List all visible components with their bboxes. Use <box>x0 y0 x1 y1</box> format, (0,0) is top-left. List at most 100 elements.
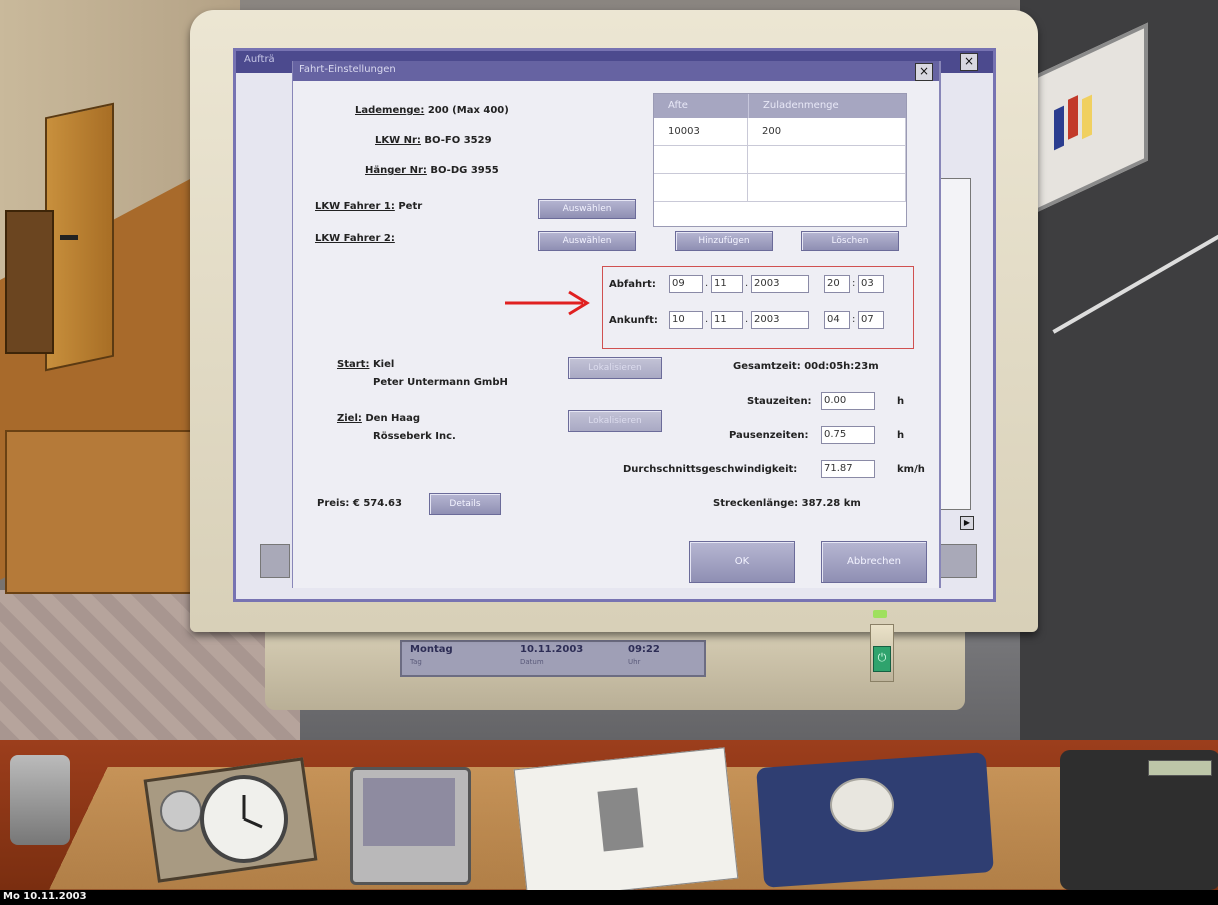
gesamtzeit-label: Gesamtzeit: <box>733 361 801 372</box>
start-city: Kiel <box>372 359 395 370</box>
stauzeiten-label: Stauzeiten: <box>747 396 812 407</box>
lademenge-row: Lademenge: 200 (Max 400) <box>355 105 509 116</box>
date-separator: . <box>745 314 749 325</box>
date-separator: . <box>705 278 709 289</box>
background-window-list <box>939 178 971 510</box>
stauzeiten-unit: h <box>897 396 905 407</box>
computer-mouse[interactable] <box>830 778 894 832</box>
abfahrt-month-field[interactable]: 11 <box>711 275 743 293</box>
gesamtzeit-value: 00d:05h:23m <box>804 361 879 372</box>
lcd-day-caption: Tag <box>410 658 422 666</box>
abfahrt-day-field[interactable]: 09 <box>669 275 703 293</box>
table-header-zuladenmenge[interactable]: Zuladenmenge <box>748 94 906 118</box>
ankunft-label: Ankunft: <box>609 315 658 326</box>
power-button[interactable]: ⏻ <box>873 646 891 672</box>
clock-hands <box>242 795 263 829</box>
time-separator: : <box>852 314 856 325</box>
scroll-right-arrow-icon[interactable]: ▶ <box>960 516 974 530</box>
haenger-nr-value: BO-DG 3955 <box>430 165 499 176</box>
pausenzeiten-label: Pausenzeiten: <box>729 430 809 441</box>
table-cell[interactable] <box>654 174 748 202</box>
ziel-row: Ziel: Den Haag <box>337 413 420 424</box>
abfahrt-label: Abfahrt: <box>609 279 656 290</box>
abfahrt-minute-field[interactable]: 03 <box>858 275 884 293</box>
start-lokalisieren-button[interactable]: Lokalisieren <box>568 357 662 379</box>
lcd-time-caption: Uhr <box>628 658 641 666</box>
lkw-nr-value: BO-FO 3529 <box>424 135 492 146</box>
table-cell[interactable] <box>654 146 748 174</box>
background-window-close-button[interactable]: × <box>960 53 978 71</box>
ankunft-hour-field[interactable]: 04 <box>824 311 850 329</box>
gesamtzeit-row: Gesamtzeit: 00d:05h:23m <box>733 361 879 372</box>
loeschen-button[interactable]: Löschen <box>801 231 899 251</box>
book <box>1068 95 1078 140</box>
fahrer1-row: LKW Fahrer 1: Petr <box>315 201 422 212</box>
dialog-title: Fahrt-Einstellungen <box>299 64 396 75</box>
ziel-lokalisieren-button[interactable]: Lokalisieren <box>568 410 662 432</box>
lademenge-label: Lademenge: <box>355 105 425 116</box>
ziel-label: Ziel: <box>337 413 362 424</box>
lademenge-value: 200 (Max 400) <box>427 105 509 116</box>
ankunft-minute-field[interactable]: 07 <box>858 311 884 329</box>
red-arrow-icon <box>505 290 590 316</box>
ankunft-day-field[interactable]: 10 <box>669 311 703 329</box>
hinzufuegen-button[interactable]: Hinzufügen <box>675 231 773 251</box>
date-separator: . <box>745 278 749 289</box>
table-cell[interactable] <box>748 146 906 174</box>
trophy-figure[interactable] <box>10 755 70 845</box>
small-clock-icon[interactable] <box>160 790 202 832</box>
ziel-company: Rösseberk Inc. <box>373 431 456 442</box>
streckenlaenge-row: Streckenlänge: 387.28 km <box>713 498 861 509</box>
fahrer1-auswaehlen-button[interactable]: Auswählen <box>538 199 636 219</box>
speed-unit: km/h <box>897 464 925 475</box>
lcd-date-caption: Datum <box>520 658 544 666</box>
office-door <box>45 102 114 372</box>
lkw-nr-row: LKW Nr: BO-FO 3529 <box>375 135 492 146</box>
lcd-date: 10.11.2003 <box>520 644 584 655</box>
pausenzeiten-unit: h <box>897 430 905 441</box>
status-date: Mo 10.11.2003 <box>3 891 87 902</box>
ok-button[interactable]: OK <box>689 541 795 583</box>
pausenzeiten-field[interactable]: 0.75 <box>821 426 875 444</box>
start-company: Peter Untermann GmbH <box>373 377 508 388</box>
lcd-day: Montag <box>410 644 453 655</box>
document-papers[interactable] <box>513 747 739 890</box>
phone-display <box>1148 760 1212 776</box>
pda-device[interactable] <box>350 767 471 885</box>
abfahrt-year-field[interactable]: 2003 <box>751 275 809 293</box>
lcd-time: 09:22 <box>628 644 660 655</box>
background-window-title: Aufträ <box>244 54 275 65</box>
abfahrt-hour-field[interactable]: 20 <box>824 275 850 293</box>
streckenlaenge-value: 387.28 km <box>801 498 861 509</box>
durchschnitt-field[interactable]: 71.87 <box>821 460 875 478</box>
abbrechen-button[interactable]: Abbrechen <box>821 541 927 583</box>
table-cell[interactable]: 10003 <box>654 118 748 146</box>
monitor-screen: Aufträ × ▶ Fahrt-Einstellungen × Lademen… <box>233 48 996 602</box>
haenger-nr-label: Hänger Nr: <box>365 165 427 176</box>
background-window-button-left[interactable] <box>260 544 290 578</box>
auftrag-table: Afte Zuladenmenge 10003 200 <box>653 93 907 227</box>
fahrer2-auswaehlen-button[interactable]: Auswählen <box>538 231 636 251</box>
preis-label: Preis: € 574.63 <box>317 498 402 509</box>
wall-clock-icon[interactable] <box>200 775 288 863</box>
table-cell[interactable] <box>748 174 906 202</box>
dialog-close-button[interactable]: × <box>915 63 933 81</box>
date-separator: . <box>705 314 709 325</box>
date-time-display: Montag Tag 10.11.2003 Datum 09:22 Uhr <box>400 640 706 677</box>
dialog-titlebar: Fahrt-Einstellungen × <box>293 61 939 81</box>
start-row: Start: Kiel <box>337 359 394 370</box>
stauzeiten-field[interactable]: 0.00 <box>821 392 875 410</box>
ziel-city: Den Haag <box>365 413 421 424</box>
background-window-button-right[interactable] <box>939 544 977 578</box>
ankunft-year-field[interactable]: 2003 <box>751 311 809 329</box>
office-scene: Montag Tag 10.11.2003 Datum 09:22 Uhr ⏻ … <box>0 0 1218 890</box>
details-button[interactable]: Details <box>429 493 501 515</box>
haenger-nr-row: Hänger Nr: BO-DG 3955 <box>365 165 499 176</box>
cabinet <box>5 430 209 594</box>
door-handle <box>60 235 78 240</box>
table-header-afte[interactable]: Afte <box>654 94 748 118</box>
status-bar: Mo 10.11.2003 <box>0 890 1218 905</box>
fahrer2-row: LKW Fahrer 2: <box>315 233 395 244</box>
ankunft-month-field[interactable]: 11 <box>711 311 743 329</box>
table-cell[interactable]: 200 <box>748 118 906 146</box>
